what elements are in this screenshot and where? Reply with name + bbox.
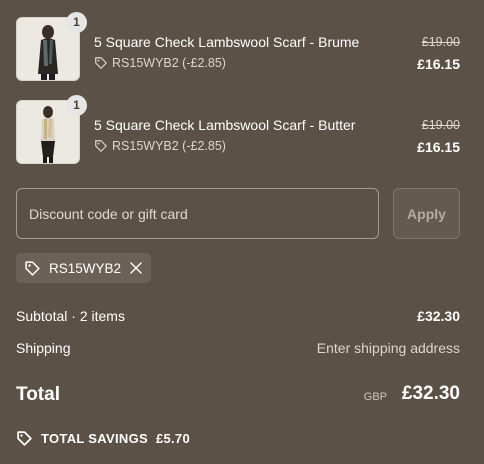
subtotal-row: Subtotal · 2 items £32.30 <box>16 308 460 324</box>
quantity-badge: 1 <box>66 95 87 116</box>
discounted-price: £16.15 <box>417 56 460 72</box>
total-label: Total <box>16 384 60 405</box>
tag-icon <box>95 57 107 69</box>
discount-text: RS15WYB2 (-£2.85) <box>112 56 226 70</box>
original-price: £19.00 <box>421 35 460 49</box>
product-title: 5 Square Check Lambswool Scarf - Brume <box>94 34 360 50</box>
applied-code-label: RS15WYB2 <box>49 260 122 276</box>
applied-discount: RS15WYB2 (-£2.85) <box>94 139 226 153</box>
total-value: £32.30 <box>401 383 460 404</box>
close-icon[interactable] <box>129 261 143 275</box>
subtotal-value: £32.30 <box>417 308 460 324</box>
tag-icon <box>17 431 32 446</box>
product-title: 5 Square Check Lambswool Scarf - Butter <box>94 117 356 133</box>
line-item-brume: 1 5 Square Check Lambswool Scarf - Brume… <box>16 12 460 81</box>
subtotal-label: Subtotal · 2 items <box>16 308 125 324</box>
quantity-badge: 1 <box>66 12 87 33</box>
savings-label: TOTAL SAVINGS <box>41 431 148 446</box>
tag-icon <box>25 260 40 276</box>
shipping-row: Shipping Enter shipping address <box>16 340 460 356</box>
original-price: £19.00 <box>421 118 460 132</box>
total-row: Total GBP £32.30 <box>16 382 460 408</box>
applied-code-chip: RS15WYB2 <box>16 253 152 283</box>
discount-text: RS15WYB2 (-£2.85) <box>112 139 226 153</box>
shipping-label: Shipping <box>16 340 71 356</box>
savings-value: £5.70 <box>155 431 190 446</box>
discount-code-input[interactable] <box>16 188 379 239</box>
total-savings: TOTAL SAVINGS £5.70 <box>16 430 190 447</box>
applied-discount: RS15WYB2 (-£2.85) <box>94 56 226 70</box>
apply-button[interactable]: Apply <box>393 188 460 239</box>
shipping-value: Enter shipping address <box>316 340 460 356</box>
discounted-price: £16.15 <box>417 139 460 155</box>
currency-code: GBP <box>363 391 387 403</box>
line-item-butter: 1 5 Square Check Lambswool Scarf - Butte… <box>16 95 460 164</box>
tag-icon <box>95 140 107 152</box>
